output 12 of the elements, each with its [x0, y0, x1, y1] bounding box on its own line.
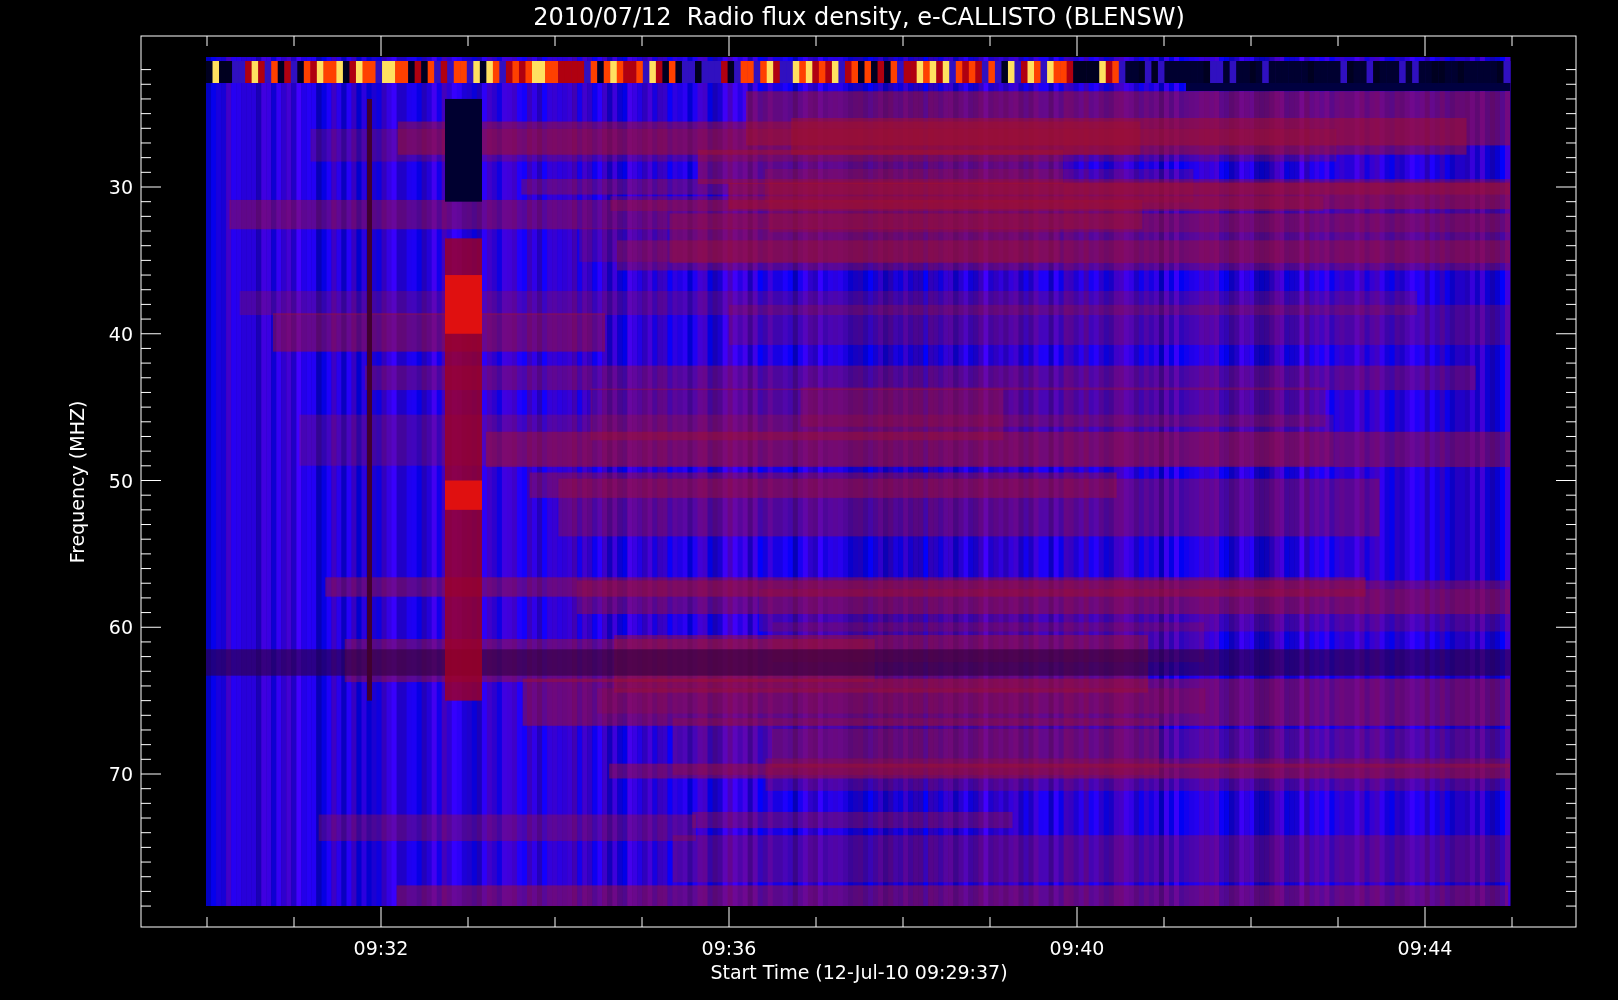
- x-tick-label: 09:32: [353, 937, 409, 959]
- x-tick-label: 09:40: [1049, 937, 1105, 959]
- y-tick-label: 50: [108, 469, 133, 492]
- y-tick-label: 30: [108, 176, 133, 198]
- y-tick-label: 60: [108, 616, 133, 639]
- y-axis-label: Frequency (MHZ): [66, 400, 88, 564]
- x-tick-label: 09:36: [701, 937, 757, 959]
- x-axis-label: Start Time (12-Jul-10 09:29:37): [710, 961, 1008, 983]
- chart-title: 2010/07/12 Radio flux density, e-CALLISTO (BLENSW): [533, 3, 1185, 31]
- x-tick-label: 09:44: [1397, 937, 1453, 959]
- y-tick-label: 40: [108, 322, 133, 345]
- y-tick-label: 70: [108, 763, 133, 785]
